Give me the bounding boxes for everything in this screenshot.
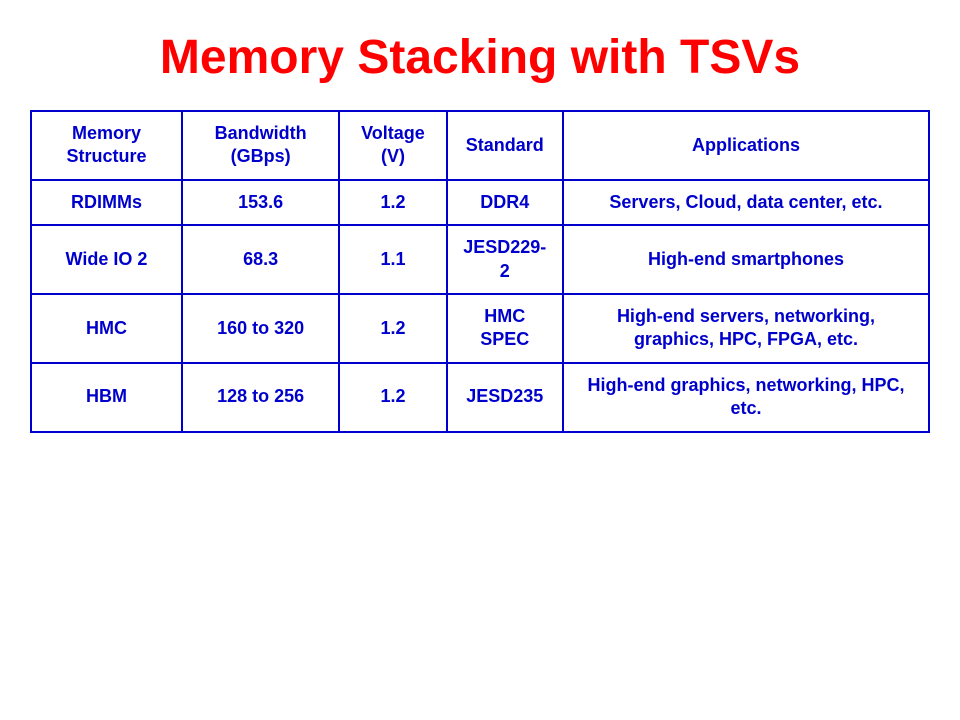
cell-applications-2: High-end servers, networking, graphics, …	[563, 294, 929, 363]
table-row: Wide IO 268.31.1JESD229-2High-end smartp…	[31, 225, 929, 294]
table-row: RDIMMs153.61.2DDR4Servers, Cloud, data c…	[31, 180, 929, 225]
col-header-memory-structure: Memory Structure	[31, 111, 182, 180]
cell-memory_structure-0: RDIMMs	[31, 180, 182, 225]
table-row: HMC160 to 3201.2HMC SPECHigh-end servers…	[31, 294, 929, 363]
table-header-row: Memory Structure Bandwidth (GBps) Voltag…	[31, 111, 929, 180]
cell-standard-3: JESD235	[447, 363, 563, 432]
cell-applications-3: High-end graphics, networking, HPC, etc.	[563, 363, 929, 432]
cell-bandwidth-2: 160 to 320	[182, 294, 339, 363]
cell-voltage-1: 1.1	[339, 225, 446, 294]
cell-voltage-3: 1.2	[339, 363, 446, 432]
cell-bandwidth-1: 68.3	[182, 225, 339, 294]
col-header-voltage: Voltage (V)	[339, 111, 446, 180]
col-header-standard: Standard	[447, 111, 563, 180]
cell-memory_structure-3: HBM	[31, 363, 182, 432]
cell-applications-1: High-end smartphones	[563, 225, 929, 294]
cell-standard-0: DDR4	[447, 180, 563, 225]
col-header-bandwidth: Bandwidth (GBps)	[182, 111, 339, 180]
cell-standard-2: HMC SPEC	[447, 294, 563, 363]
cell-voltage-2: 1.2	[339, 294, 446, 363]
cell-memory_structure-2: HMC	[31, 294, 182, 363]
table-row: HBM128 to 2561.2JESD235High-end graphics…	[31, 363, 929, 432]
page-title: Memory Stacking with TSVs	[160, 30, 800, 85]
cell-standard-1: JESD229-2	[447, 225, 563, 294]
cell-memory_structure-1: Wide IO 2	[31, 225, 182, 294]
cell-applications-0: Servers, Cloud, data center, etc.	[563, 180, 929, 225]
cell-bandwidth-0: 153.6	[182, 180, 339, 225]
memory-table: Memory Structure Bandwidth (GBps) Voltag…	[30, 110, 930, 433]
col-header-applications: Applications	[563, 111, 929, 180]
cell-bandwidth-3: 128 to 256	[182, 363, 339, 432]
cell-voltage-0: 1.2	[339, 180, 446, 225]
